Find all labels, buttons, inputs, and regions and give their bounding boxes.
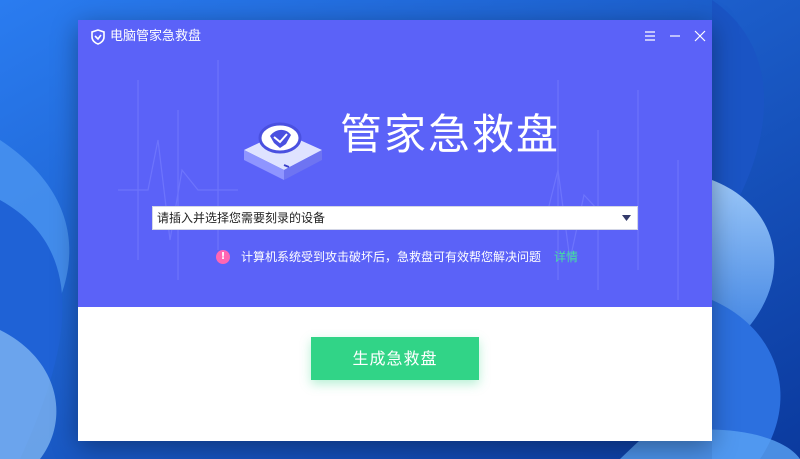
device-select-value: 请插入并选择您需要刻录的设备	[157, 211, 326, 225]
title-bar: 电脑管家急救盘	[78, 20, 712, 54]
hero-banner: 电脑管家急救盘 管家急救盘 请插入并选择您需要刻录的设备 ! 计算机系统受到攻击…	[78, 20, 712, 307]
dropdown-arrow-icon	[622, 215, 631, 221]
close-icon	[694, 30, 706, 42]
device-select-dropdown[interactable]: 请插入并选择您需要刻录的设备	[152, 206, 638, 230]
alert-icon: !	[216, 250, 230, 264]
create-rescue-disk-button[interactable]: 生成急救盘	[311, 337, 479, 380]
menu-icon	[645, 31, 655, 41]
notice-text: 计算机系统受到攻击破坏后，急救盘可有效帮您解决问题	[241, 250, 542, 264]
rescue-disk-logo-icon	[244, 122, 322, 180]
product-title: 管家急救盘	[340, 110, 561, 159]
close-button[interactable]	[690, 27, 710, 45]
shield-logo-icon	[91, 29, 105, 45]
window-title: 电脑管家急救盘	[110, 29, 202, 44]
menu-button[interactable]	[640, 27, 660, 45]
rescue-disk-window: 电脑管家急救盘 管家急救盘 请插入并选择您需要刻录的设备 ! 计算机系统受到攻击…	[78, 20, 712, 441]
minimize-icon	[670, 35, 680, 37]
details-link[interactable]: 详情	[554, 250, 578, 265]
minimize-button[interactable]	[665, 27, 685, 45]
